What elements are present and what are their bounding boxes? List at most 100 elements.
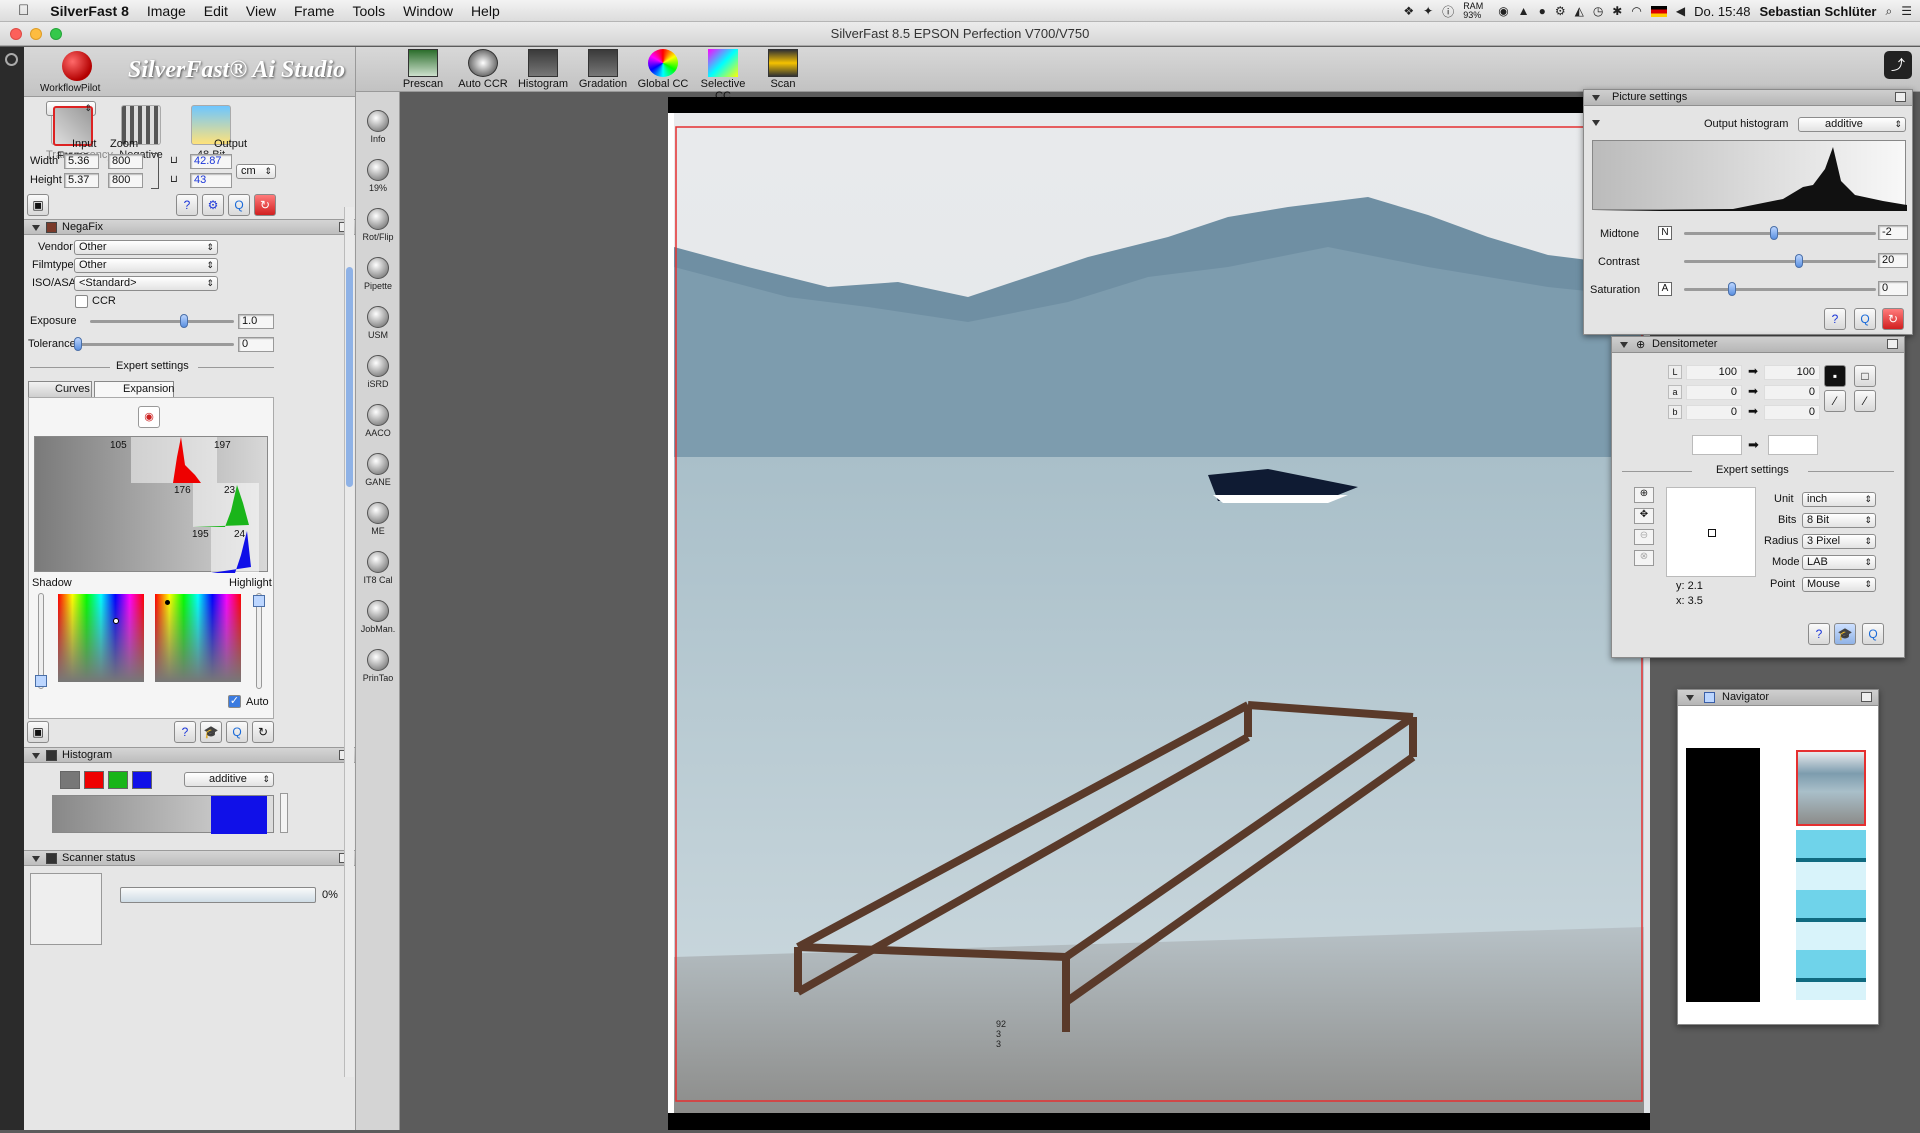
density-white-button[interactable]: □ [1854,365,1876,387]
saturation-auto-button[interactable]: A [1658,282,1672,296]
height-output-field[interactable]: 43 [190,173,232,188]
shadow-slider-thumb[interactable] [35,675,47,687]
network-icon[interactable]: ⚙ [1555,4,1566,18]
wifi-icon[interactable]: ◠ [1631,4,1641,18]
target-move-icon[interactable]: ✥ [1634,508,1654,524]
tool-it8-cal[interactable]: IT8 Cal [356,551,400,585]
green-channel-button[interactable] [108,771,128,789]
exposure-field[interactable]: 1.0 [238,314,274,329]
tool-info[interactable]: Info [356,110,400,144]
densitometer-expert-button[interactable]: 🎓 [1834,623,1856,645]
target-clear-icon[interactable]: ⊗ [1634,550,1654,566]
info-circle-icon[interactable]: ⓘ [1442,3,1454,20]
ram-indicator[interactable]: RAM 93% [1463,2,1489,20]
clock[interactable]: Do. 15:48 [1694,4,1750,19]
width-zoom-field[interactable]: 800 [108,154,143,169]
height-zoom-field[interactable]: 800 [108,173,143,188]
negafix-expert-button[interactable]: 🎓 [200,721,222,743]
histogram-section-header[interactable]: Histogram [24,747,355,763]
histogram-mode-select[interactable]: additive [184,772,274,787]
tool-rotate-flip[interactable]: Rot/Flip [356,208,400,242]
collapse-toggle-icon[interactable] [5,53,18,66]
undock-icon[interactable] [1895,92,1906,102]
global-cc-button[interactable]: Global CC [633,49,693,90]
density-pipette-black-button[interactable]: ⁄ [1824,390,1846,412]
selective-cc-button[interactable]: Selective CC [693,49,753,102]
navigator-film-frames[interactable] [1796,830,1866,1000]
picture-settings-header[interactable]: Picture settings [1584,90,1912,106]
flag-germany-icon[interactable] [1650,5,1667,17]
scanner-status-header[interactable]: Scanner status [24,850,355,866]
apple-menu-icon[interactable]:  [0,2,41,19]
navigator-header[interactable]: Navigator [1678,690,1878,706]
close-window-button[interactable] [10,28,22,40]
densitometer-point-select[interactable]: Mouse [1802,577,1876,592]
menu-app-name[interactable]: SilverFast 8 [41,3,138,19]
saturation-field[interactable]: 0 [1878,281,1908,296]
tab-expansion[interactable]: Expansion [94,381,174,398]
midtone-slider[interactable] [1684,232,1876,235]
share-icon[interactable]: ⤴ [1884,51,1912,79]
contrast-slider-thumb[interactable] [1795,254,1804,268]
highlight-slider-thumb[interactable] [253,595,265,607]
rgb-channel-icon[interactable]: ◉ [138,406,160,428]
user-name[interactable]: Sebastian Schlüter [1759,4,1876,19]
densitometer-mode-select[interactable]: LAB [1802,555,1876,570]
sync-icon[interactable]: ◉ [1498,4,1508,18]
menu-tools[interactable]: Tools [343,3,394,19]
blue-channel-button[interactable] [132,771,152,789]
menu-help[interactable]: Help [462,3,509,19]
zoom-window-button[interactable] [50,28,62,40]
twitter-icon[interactable]: ✦ [1423,4,1433,18]
negafix-section-header[interactable]: NegaFix [24,219,355,235]
spotlight-search-icon[interactable]: ⌕ [1886,4,1893,19]
tolerance-slider[interactable] [78,343,234,346]
red-channel-button[interactable] [84,771,104,789]
gradation-button[interactable]: Gradation [573,49,633,90]
contrast-field[interactable]: 20 [1878,253,1908,268]
tool-aaco[interactable]: AACO [356,404,400,438]
volume-icon[interactable]: ◀ [1676,4,1685,18]
auto-ccr-button[interactable]: Auto CCR [453,49,513,90]
midtone-slider-thumb[interactable] [1770,226,1779,240]
tool-printao[interactable]: PrinTao [356,649,400,683]
adobe-icon[interactable]: ◭ [1575,4,1584,18]
settings-gear-button[interactable]: ⚙ [202,194,224,216]
auto-checkbox[interactable]: ✓ [228,695,241,708]
highlight-slider[interactable] [256,593,262,689]
time-machine-icon[interactable]: ◷ [1593,4,1603,18]
negafix-reset-button[interactable]: ↻ [252,721,274,743]
midtone-field[interactable]: -2 [1878,225,1908,240]
histogram-tool-button[interactable]: Histogram [513,49,573,90]
evernote-icon[interactable]: ● [1539,4,1546,18]
picture-q-button[interactable]: Q [1854,308,1876,330]
target-remove-icon[interactable]: ⊖ [1634,529,1654,545]
exposure-slider-thumb[interactable] [179,314,188,328]
width-output-field[interactable]: 42.87 [190,154,232,169]
tolerance-slider-thumb[interactable] [74,337,82,351]
saturation-slider[interactable] [1684,288,1876,291]
picture-help-button[interactable]: ? [1824,308,1846,330]
mode-frame[interactable]: Frame [46,101,96,162]
undock-icon[interactable] [1861,692,1872,702]
filmtype-select[interactable]: Other [74,258,218,273]
densitometer-bits-select[interactable]: 8 Bit [1802,513,1876,528]
save-settings-button[interactable]: ▣ [27,194,49,216]
menu-frame[interactable]: Frame [285,3,343,19]
notification-center-icon[interactable]: ☰ [1901,4,1912,18]
contrast-slider[interactable] [1684,260,1876,263]
menu-edit[interactable]: Edit [195,3,237,19]
menu-view[interactable]: View [237,3,285,19]
shadow-color-picker[interactable] [58,594,144,682]
negafix-save-button[interactable]: ▣ [27,721,49,743]
reset-button[interactable]: ↻ [254,194,276,216]
bluetooth-icon[interactable]: ✱ [1612,4,1622,18]
ccr-checkbox[interactable] [75,295,88,308]
densitometer-unit-select[interactable]: inch [1802,492,1876,507]
densitometer-header[interactable]: ⊕ Densitometer [1612,337,1904,353]
target-add-icon[interactable]: ⊕ [1634,487,1654,503]
highlight-picker-marker[interactable] [165,600,170,605]
densitometer-q-button[interactable]: Q [1862,623,1884,645]
disclosure-triangle-icon[interactable] [1592,120,1600,126]
negafix-q-button[interactable]: Q [226,721,248,743]
